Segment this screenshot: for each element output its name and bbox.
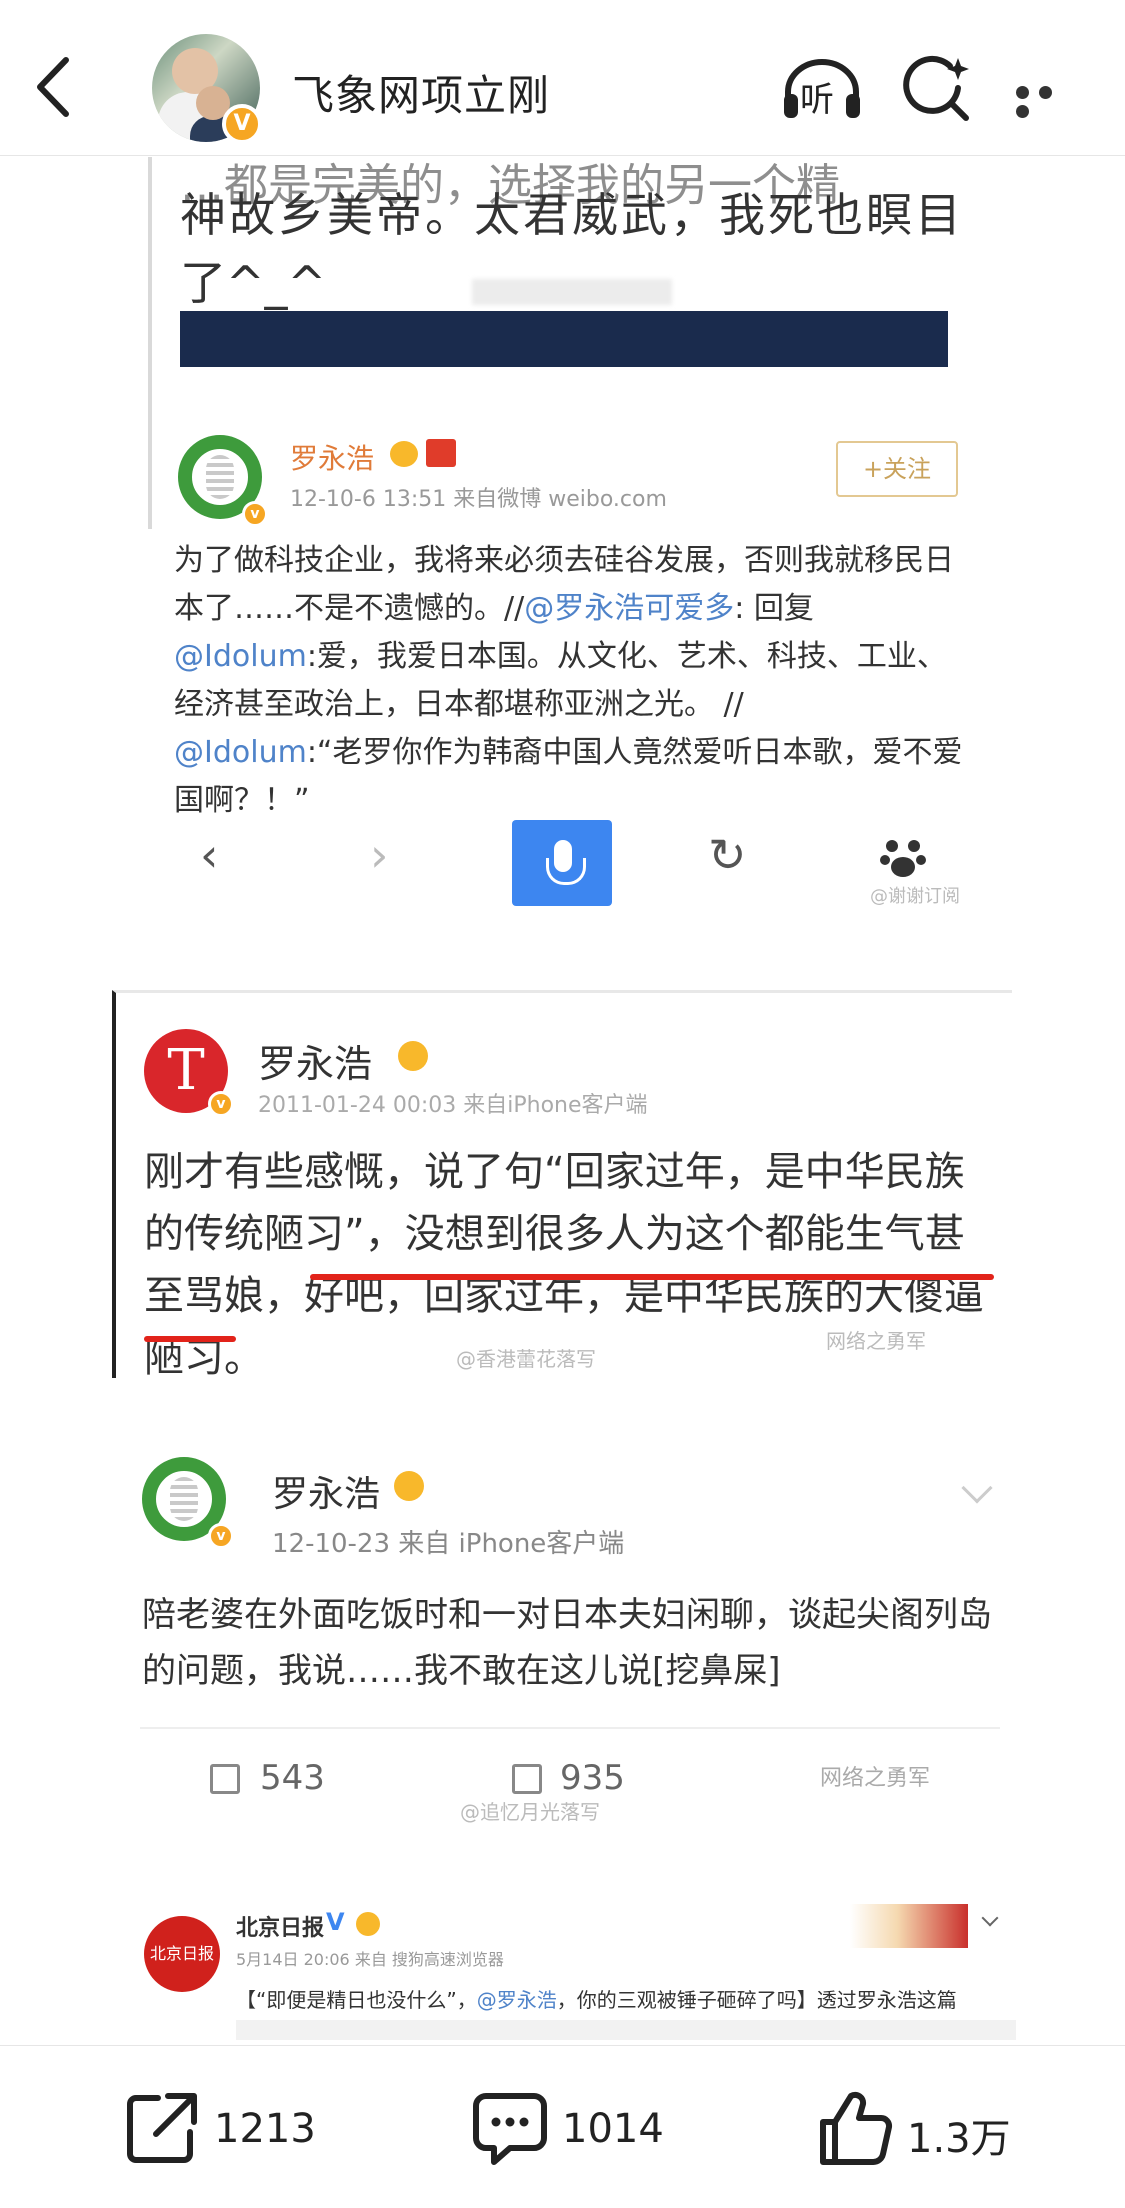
post-d-avatar: 北京日报 — [144, 1916, 220, 1992]
listen-button[interactable]: 听 — [780, 58, 864, 122]
post-c-author: 罗永浩 — [272, 1474, 381, 1515]
browser-back-icon: ‹ — [200, 828, 219, 882]
divider — [140, 1727, 1000, 1729]
paw-icon — [880, 840, 926, 877]
post-a-meta: 12-10-6 13:51 来自微博 weibo.com — [290, 487, 667, 512]
comment-bubble-icon — [473, 2093, 547, 2165]
share-icon — [127, 2093, 197, 2163]
repost-icon — [210, 1764, 240, 1794]
more-options-button[interactable] — [1016, 84, 1082, 118]
excerpt-line-1: 神故乡美帝。太君威武，我死也瞑目 — [180, 188, 964, 242]
back-button[interactable] — [30, 52, 80, 122]
post-c-text: 陪老婆在外面吃饭时和一对日本夫妇闲聊，谈起尖阁列岛的问题，我说……我不敢在这儿说… — [142, 1595, 992, 1691]
flag-icon — [426, 439, 456, 467]
like-button[interactable]: 1.3万 — [815, 2088, 1035, 2168]
verified-icon: v — [208, 1523, 234, 1549]
comment-icon — [512, 1764, 542, 1794]
great-wall-banner-icon — [850, 1904, 968, 1948]
weibo-post-d: 北京日报 北京日报 V 5月14日 20:06 来自 搜狗高速浏览器 【“即便是… — [140, 1902, 1020, 2045]
post-c-stats: 543 935 @追忆月光落写 网络之勇军 — [140, 1752, 1000, 1824]
dot-icon — [1039, 86, 1052, 99]
post-c-meta: 12-10-23 来自 iPhone客户端 — [272, 1529, 625, 1559]
watermark: 网络之勇军 — [820, 1766, 931, 1791]
verified-icon: v — [242, 501, 268, 527]
post-b-meta: 2011-01-24 00:03 来自iPhone客户端 — [258, 1093, 648, 1118]
weibo-post-a: v 罗永浩 12-10-6 13:51 来自微博 weibo.com +关注 为… — [168, 429, 988, 829]
weibo-post-b: T v 罗永浩 2011-01-24 00:03 来自iPhone客户端 刚才有… — [112, 990, 1012, 1381]
search-button[interactable] — [900, 52, 974, 126]
search-sparkle-icon — [903, 55, 969, 121]
excerpt-line-2: 了^_^ — [180, 256, 327, 310]
cut-off-text — [236, 2020, 1016, 2040]
watermark: @追忆月光落写 — [460, 1800, 600, 1824]
post-c-comment-count: 935 — [560, 1758, 625, 1798]
share-count: 1213 — [214, 2106, 316, 2152]
emoji-icon — [390, 441, 418, 467]
red-underline — [310, 1274, 994, 1280]
dot-icon — [1016, 105, 1029, 118]
post-a-author: 罗永浩 — [290, 442, 375, 475]
author-name[interactable]: 飞象网项立刚 — [292, 62, 550, 123]
emoji-icon — [356, 1912, 380, 1936]
dot-icon — [1016, 86, 1029, 99]
bottom-action-bar: 1213 1014 1.3万 — [0, 2045, 1125, 2208]
blurred-watermark — [472, 279, 672, 305]
post-b-author: 罗永浩 — [258, 1042, 373, 1086]
thumbs-up-icon — [820, 2091, 893, 2165]
listen-label: 听 — [800, 80, 834, 120]
follow-button: +关注 — [836, 441, 958, 497]
comment-button[interactable]: 1014 — [470, 2088, 670, 2168]
chevron-down-icon — [981, 1909, 999, 1927]
browser-refresh-icon: ↻ — [708, 828, 747, 882]
share-button[interactable]: 1213 — [122, 2088, 322, 2168]
dark-banner — [180, 311, 948, 367]
post-d-meta: 5月14日 20:06 来自 搜狗高速浏览器 — [236, 1950, 504, 1969]
verified-icon: v — [208, 1091, 234, 1117]
chevron-down-icon — [961, 1472, 993, 1504]
chevron-left-icon — [37, 57, 69, 117]
top-nav-bar: V 飞象网项立刚 听 — [0, 0, 1125, 156]
like-count: 1.3万 — [907, 2116, 1011, 2162]
watermark: 网络之勇军 — [826, 1329, 926, 1353]
comment-count: 1014 — [562, 2106, 664, 2152]
emoji-icon — [394, 1471, 424, 1501]
post-c-repost-count: 543 — [260, 1758, 325, 1798]
post-image-content[interactable]: …都是完美的，选择我的另一个精 神故乡美帝。太君威武，我死也瞑目 了^_^ v … — [0, 157, 1125, 2045]
microphone-icon — [512, 820, 612, 906]
browser-forward-icon: › — [370, 828, 389, 882]
verified-v-icon: V — [326, 1908, 345, 1936]
watermark: @香港蕾花落写 — [456, 1347, 596, 1371]
emoji-icon — [398, 1041, 428, 1071]
weibo-post-c: v 罗永浩 12-10-23 来自 iPhone客户端 陪老婆在外面吃饭时和一对… — [140, 1457, 1000, 1777]
post-d-text: 【“即便是精日也没什么”，@罗永浩，你的三观被锤子砸碎了吗】透过罗永浩这篇 — [236, 1988, 957, 2012]
browser-toolbar-screenshot: ‹ › ↻ @谢谢订阅 — [120, 812, 1000, 912]
verified-badge-icon: V — [222, 104, 262, 144]
post-d-author: 北京日报 — [236, 1916, 325, 1941]
post-a-text: 为了做科技企业，我将来必须去硅谷发展，否则我就移民日本了……不是不遗憾的。//@… — [174, 543, 963, 818]
red-underline — [144, 1336, 236, 1342]
watermark: @谢谢订阅 — [870, 886, 960, 907]
